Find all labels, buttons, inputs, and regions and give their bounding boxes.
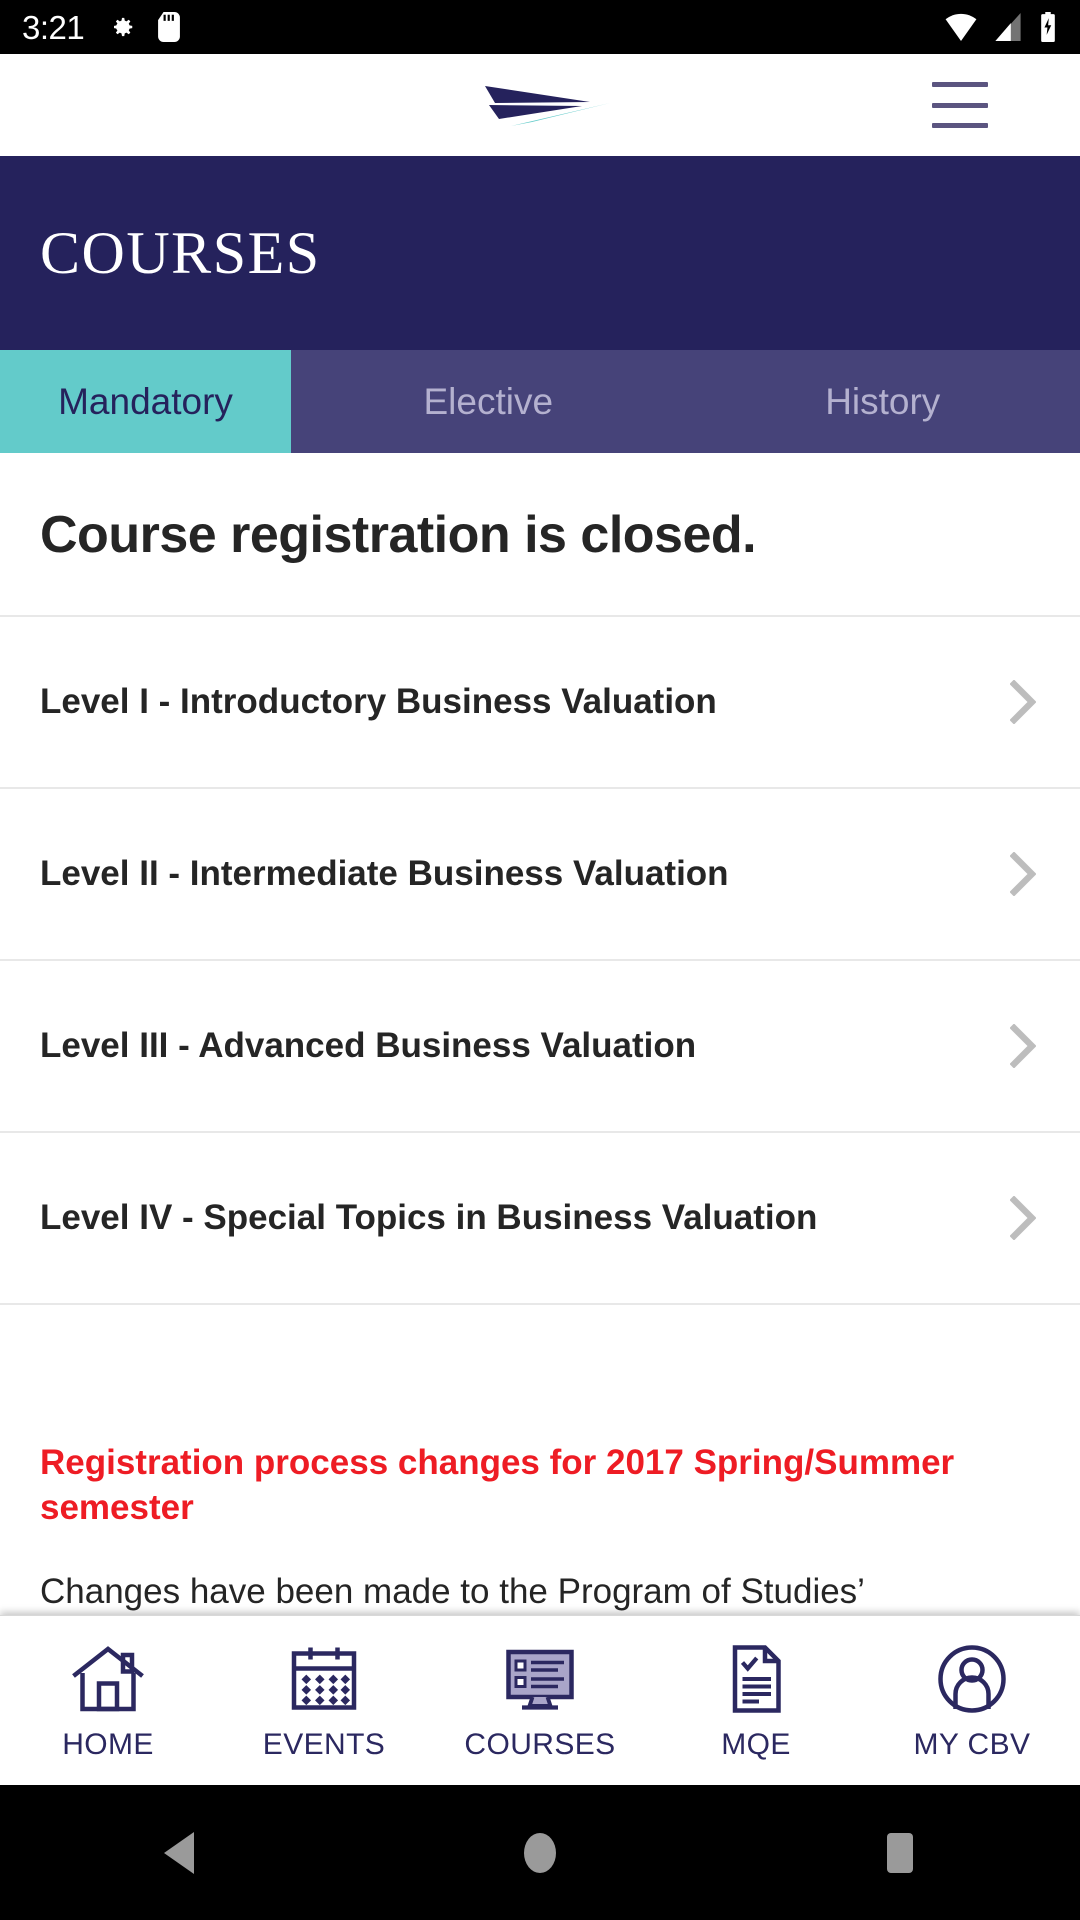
- table-row[interactable]: Level IV - Special Topics in Business Va…: [0, 1133, 1080, 1303]
- chevron-right-icon: [1010, 680, 1036, 724]
- bottom-nav-events[interactable]: EVENTS: [216, 1616, 432, 1785]
- gear-icon: [114, 17, 133, 37]
- sd-card-icon: [158, 12, 181, 42]
- status-bar-clock: 3:21: [22, 8, 85, 46]
- monitor-list-icon: [506, 1649, 574, 1710]
- bottom-tab-bar: HOME EVENTS COURSES MQE MY CBV: [0, 1615, 1080, 1785]
- course-title: Level I - Introductory Business Valuatio…: [40, 682, 717, 721]
- bottom-nav-home-label: HOME: [62, 1727, 154, 1761]
- home-button[interactable]: [480, 1813, 600, 1893]
- tab-elective-label: Elective: [423, 380, 554, 422]
- bottom-nav-mqe-label: MQE: [721, 1727, 791, 1761]
- circle-icon: [524, 1832, 556, 1873]
- tab-mandatory-label: Mandatory: [58, 380, 233, 422]
- user-circle-icon: [938, 1644, 1006, 1713]
- chevron-right-icon: [1010, 852, 1036, 896]
- course-title: Level II - Intermediate Business Valuati…: [40, 854, 729, 893]
- back-button[interactable]: [120, 1813, 240, 1893]
- android-nav-bar: [0, 1785, 1080, 1920]
- status-bar-left: 3:21: [22, 8, 181, 46]
- notice-body: Changes have been made to the Program of…: [40, 1571, 865, 1611]
- tab-elective[interactable]: Elective: [291, 350, 686, 453]
- registration-notice: Registration process changes for 2017 Sp…: [0, 1405, 1080, 1614]
- tab-history[interactable]: History: [685, 350, 1080, 453]
- course-tab-bar: Mandatory Elective History: [0, 350, 1080, 453]
- chevron-right-icon: [1010, 1196, 1036, 1240]
- battery-charging-icon: [1041, 12, 1055, 42]
- hamburger-line: [932, 82, 988, 87]
- table-row[interactable]: Level II - Intermediate Business Valuati…: [0, 789, 1080, 959]
- app-screen: 3:21 COURSES Mandatory Elective History …: [0, 0, 1080, 1920]
- app-bar: [0, 54, 1080, 156]
- android-status-bar: 3:21: [0, 0, 1080, 54]
- course-title: Level IV - Special Topics in Business Va…: [40, 1198, 818, 1237]
- square-icon: [887, 1832, 913, 1873]
- tab-history-label: History: [825, 380, 941, 422]
- wifi-icon: [945, 13, 977, 41]
- page-title-band: COURSES: [0, 156, 1080, 350]
- course-list-content[interactable]: Course registration is closed. Level I -…: [0, 453, 1080, 1615]
- tab-mandatory[interactable]: Mandatory: [0, 350, 291, 453]
- bottom-nav-my-cbv[interactable]: MY CBV: [864, 1616, 1080, 1785]
- document-check-icon: [732, 1644, 781, 1713]
- cbv-paper-plane-logo: [485, 86, 610, 126]
- table-row[interactable]: Level III - Advanced Business Valuation: [0, 961, 1080, 1131]
- registration-status-headline: Course registration is closed.: [40, 506, 757, 564]
- course-title: Level III - Advanced Business Valuation: [40, 1026, 697, 1065]
- hamburger-line: [932, 102, 988, 108]
- page-title: COURSES: [40, 220, 321, 286]
- chevron-right-icon: [1010, 1024, 1036, 1068]
- bottom-nav-home[interactable]: HOME: [0, 1616, 216, 1785]
- recents-button[interactable]: [840, 1813, 960, 1893]
- bottom-nav-courses[interactable]: COURSES: [432, 1616, 648, 1785]
- table-row[interactable]: Level I - Introductory Business Valuatio…: [0, 617, 1080, 787]
- hamburger-line: [932, 123, 988, 128]
- bottom-nav-my-cbv-label: MY CBV: [913, 1727, 1031, 1761]
- bottom-nav-events-label: EVENTS: [262, 1727, 386, 1761]
- bottom-nav-courses-label: COURSES: [464, 1727, 616, 1761]
- bottom-nav-mqe[interactable]: MQE: [648, 1616, 864, 1785]
- status-bar-right: [944, 12, 1058, 42]
- notice-title[interactable]: Registration process changes for 2017 Sp…: [40, 1441, 1040, 1531]
- house-icon: [72, 1645, 144, 1711]
- cell-signal-icon: [995, 13, 1021, 41]
- triangle-left-icon: [164, 1831, 194, 1874]
- calendar-icon: [291, 1647, 357, 1710]
- hamburger-menu-icon[interactable]: [932, 82, 988, 128]
